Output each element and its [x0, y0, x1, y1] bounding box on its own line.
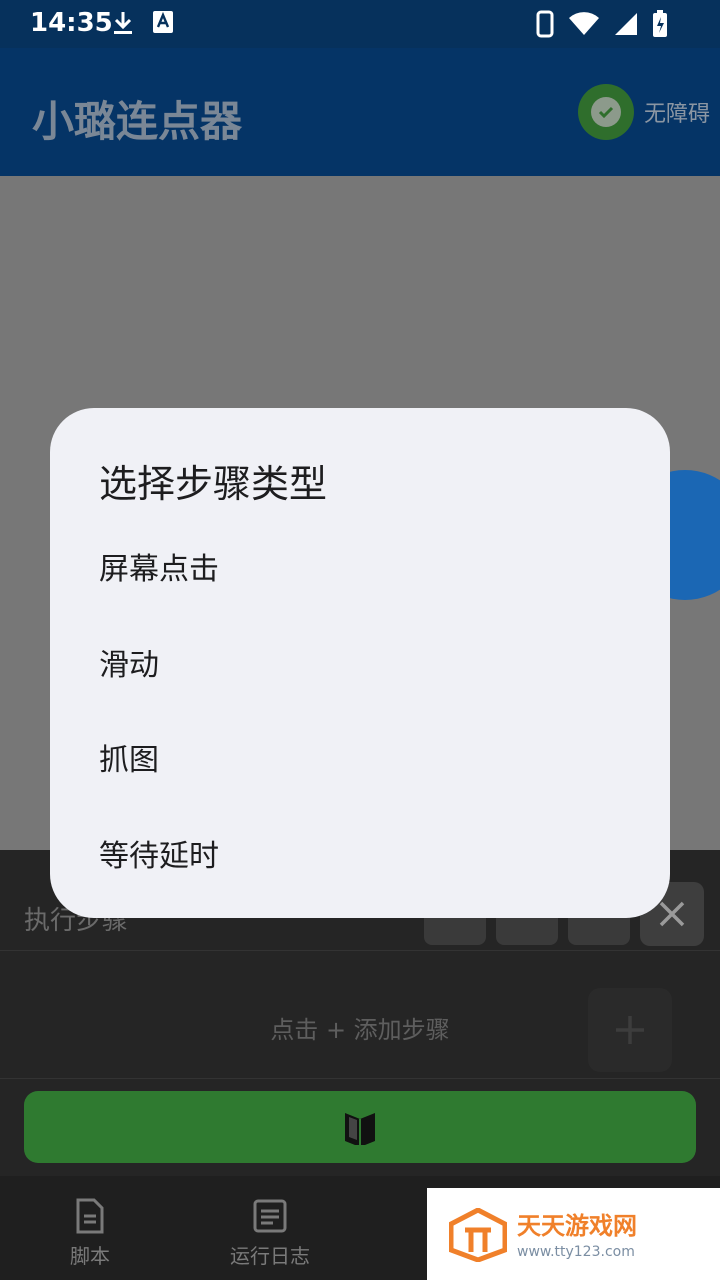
watermark: 天天游戏网 www.tty123.com	[427, 1188, 720, 1280]
log-icon	[253, 1199, 287, 1233]
plus-icon	[616, 1016, 644, 1044]
step-type-dialog: 选择步骤类型 屏幕点击 滑动 抓图 等待延时	[50, 408, 670, 918]
signal-icon	[615, 13, 637, 35]
nav-item-log[interactable]: 运行日志	[150, 1176, 390, 1280]
option-swipe[interactable]: 滑动	[50, 626, 670, 706]
battery-charging-icon	[653, 10, 667, 37]
status-time: 14:35	[30, 8, 113, 38]
close-icon	[659, 901, 685, 927]
download-icon	[114, 12, 132, 34]
watermark-brand: 天天游戏网	[517, 1212, 637, 1240]
option-wait-delay[interactable]: 等待延时	[50, 817, 670, 897]
watermark-logo-icon	[449, 1208, 507, 1262]
add-step-button[interactable]	[588, 988, 672, 1072]
script-icon	[76, 1198, 104, 1234]
status-bar: 14:35	[0, 0, 720, 48]
book-icon	[345, 1113, 375, 1145]
dialog-title: 选择步骤类型	[99, 462, 328, 506]
accessibility-label: 无障碍	[643, 102, 710, 127]
phone-icon	[536, 10, 554, 38]
app-bar: 小璐连点器 无障碍	[0, 48, 720, 176]
run-button[interactable]	[24, 1091, 696, 1163]
wifi-icon	[569, 12, 599, 36]
check-icon	[577, 84, 634, 140]
watermark-url: www.tty123.com	[517, 1244, 635, 1260]
app-title: 小璐连点器	[32, 97, 243, 146]
option-capture[interactable]: 抓图	[50, 721, 670, 801]
option-screen-tap[interactable]: 屏幕点击	[50, 530, 670, 610]
accessibility-status[interactable]: 无障碍	[577, 84, 710, 140]
keyboard-icon	[153, 11, 173, 33]
